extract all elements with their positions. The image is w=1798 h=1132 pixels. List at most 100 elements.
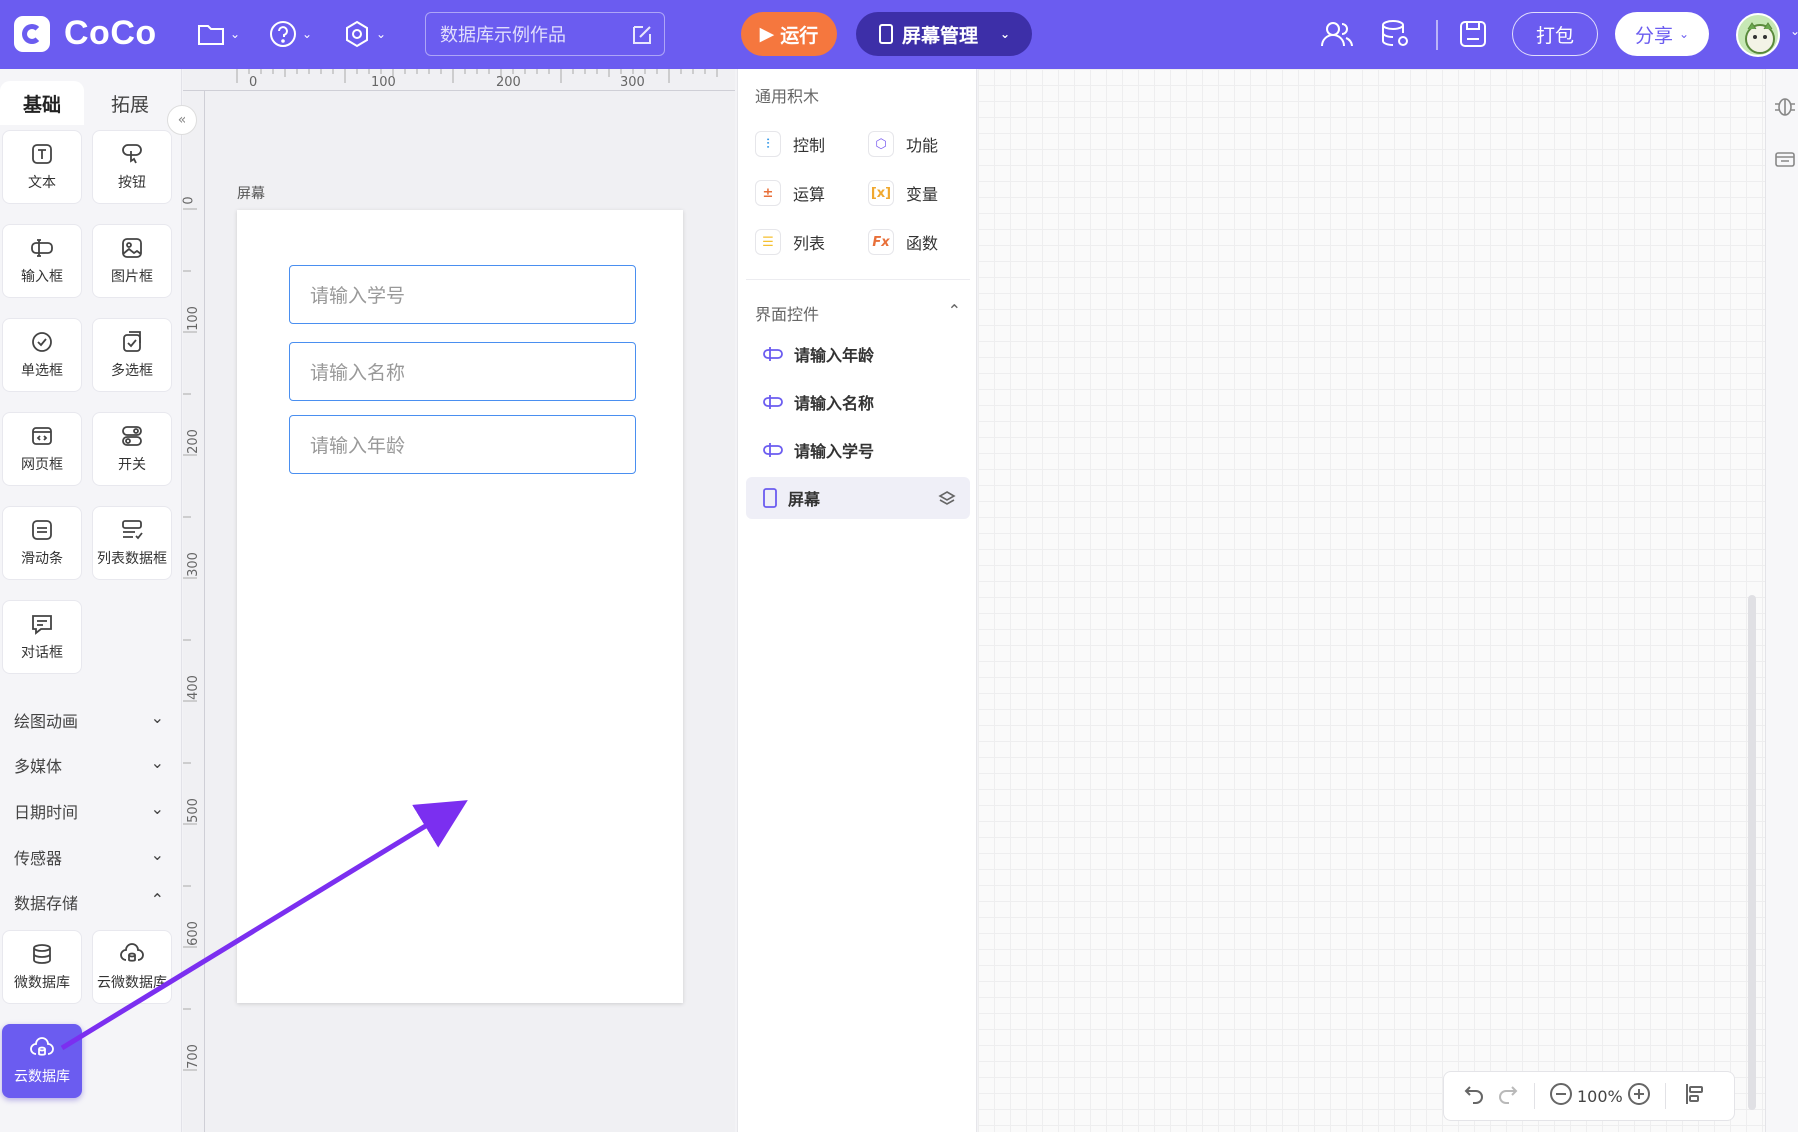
block-function[interactable]: ⬡ 功能 — [868, 131, 938, 157]
ruler-label: 700 — [185, 1044, 201, 1069]
block-label: 列表 — [793, 234, 826, 253]
component-webview[interactable]: 网页框 — [2, 412, 82, 486]
ruler-label: 600 — [185, 921, 201, 946]
component-cloud-micro-database[interactable]: 云微数据库 — [92, 930, 172, 1004]
phone-icon — [879, 24, 893, 44]
chevron-down-icon: ⌄ — [150, 753, 164, 772]
input-box-icon — [31, 239, 53, 257]
collapse-palette-button[interactable]: « — [167, 105, 197, 135]
component-switch[interactable]: 开关 — [92, 412, 172, 486]
database-settings-button[interactable] — [1380, 18, 1412, 50]
layer-input-name[interactable]: 请输入名称 — [746, 381, 970, 423]
toolbar-divider — [1664, 1083, 1666, 1109]
screen-manage-button[interactable]: 屏幕管理 ⌄ — [856, 12, 1032, 56]
component-list-data[interactable]: 列表数据框 — [92, 506, 172, 580]
component-label: 图片框 — [111, 269, 153, 285]
component-label: 文本 — [28, 175, 56, 191]
block-variable[interactable]: [x] 变量 — [868, 180, 938, 206]
edit-icon[interactable] — [630, 23, 654, 47]
pack-button[interactable]: 打包 — [1512, 12, 1598, 56]
undo-button[interactable] — [1462, 1082, 1486, 1110]
blocks-workspace[interactable] — [978, 69, 1765, 1132]
horizontal-ruler: 0 100 200 300 — [183, 69, 735, 91]
layer-screen[interactable]: 屏幕 — [746, 477, 970, 519]
file-menu-button[interactable]: ⌄ — [196, 18, 240, 50]
category-drawing-animation[interactable]: 绘图动画 ⌄ — [14, 708, 164, 732]
align-blocks-button[interactable] — [1684, 1082, 1706, 1110]
palette-tabs: 基础 拓展 — [0, 81, 182, 125]
help-menu-button[interactable]: ⌄ — [268, 18, 312, 50]
input-age[interactable]: 请输入年龄 — [289, 415, 636, 474]
redo-icon — [1499, 1086, 1518, 1104]
ruler-label: 400 — [185, 675, 201, 700]
workspace-toolbar: 100% — [1443, 1071, 1735, 1121]
user-avatar[interactable] — [1736, 13, 1780, 57]
dialog-icon — [32, 615, 52, 635]
chevron-up-icon: ⌃ — [150, 890, 164, 909]
tab-extension[interactable]: 拓展 — [88, 81, 172, 125]
top-bar: CoCo ⌄ ⌄ ⌄ 数据库示例作品 ▶ 运行 屏幕管理 ⌄ 打包 分享 ⌄ ⌄ — [0, 0, 1798, 69]
chevron-up-icon: ⌃ — [947, 301, 961, 320]
run-button[interactable]: ▶ 运行 — [741, 12, 837, 56]
component-micro-database[interactable]: 微数据库 — [2, 930, 82, 1004]
layers-icon[interactable] — [938, 490, 956, 506]
save-button[interactable] — [1458, 18, 1488, 50]
category-multimedia[interactable]: 多媒体 ⌄ — [14, 753, 164, 777]
project-name-field[interactable]: 数据库示例作品 — [425, 12, 665, 56]
zoom-in-icon — [1627, 1083, 1650, 1105]
block-control[interactable]: ⫶ 控制 — [755, 131, 825, 157]
fx-icon: Fx — [868, 229, 894, 255]
component-label: 微数据库 — [14, 975, 70, 991]
component-text[interactable]: 文本 — [2, 130, 82, 204]
component-label: 开关 — [118, 457, 146, 473]
chevron-down-icon: ⌄ — [150, 799, 164, 818]
right-tool-rail — [1765, 69, 1798, 1132]
layer-input-age[interactable]: 请输入年龄 — [746, 333, 970, 375]
chevron-down-icon[interactable]: ⌄ — [1790, 24, 1798, 38]
layer-input-student-id[interactable]: 请输入学号 — [746, 429, 970, 471]
component-checkbox[interactable]: 多选框 — [92, 318, 172, 392]
radio-check-icon — [32, 332, 52, 352]
zoom-in-button[interactable] — [1627, 1082, 1651, 1110]
component-image[interactable]: 图片框 — [92, 224, 172, 298]
phone-screen[interactable]: 请输入学号 请输入名称 请输入年龄 — [237, 210, 683, 1003]
component-slider[interactable]: 滑动条 — [2, 506, 82, 580]
ui-controls-label: 界面控件 — [755, 305, 820, 324]
cloud-database-icon — [30, 1037, 54, 1056]
layer-label: 请输入名称 — [794, 394, 875, 413]
folder-icon — [198, 25, 224, 45]
workspace-scrollbar[interactable] — [1748, 595, 1756, 1110]
category-data-storage[interactable]: 数据存储 ⌃ — [14, 890, 164, 914]
store-icon[interactable] — [1774, 147, 1796, 169]
ruler-ticks — [236, 69, 718, 83]
category-sensor[interactable]: 传感器 ⌄ — [14, 845, 164, 869]
component-input[interactable]: 输入框 — [2, 224, 82, 298]
component-button[interactable]: 按钮 — [92, 130, 172, 204]
block-list[interactable]: ☰ 列表 — [755, 229, 825, 255]
chevron-down-icon: ⌄ — [150, 845, 164, 864]
input-student-id[interactable]: 请输入学号 — [289, 265, 636, 324]
component-dialog[interactable]: 对话框 — [2, 600, 82, 674]
component-radio[interactable]: 单选框 — [2, 318, 82, 392]
settings-menu-button[interactable]: ⌄ — [342, 18, 386, 50]
component-cloud-database-dragging[interactable]: 云数据库 — [2, 1024, 82, 1098]
debug-bug-icon[interactable] — [1774, 93, 1796, 117]
zoom-out-button[interactable] — [1549, 1082, 1573, 1110]
input-name[interactable]: 请输入名称 — [289, 342, 636, 401]
redo-button[interactable] — [1496, 1082, 1520, 1110]
block-operator[interactable]: ± 运算 — [755, 180, 825, 206]
collaborators-button[interactable] — [1320, 18, 1354, 50]
component-label: 滑动条 — [21, 551, 63, 567]
category-label: 日期时间 — [14, 803, 79, 822]
tab-basic[interactable]: 基础 — [0, 81, 84, 125]
block-fx[interactable]: Fx 函数 — [868, 229, 938, 255]
play-icon: ▶ — [759, 23, 775, 45]
ui-controls-heading[interactable]: 界面控件 ⌃ — [755, 301, 961, 325]
image-icon — [122, 238, 142, 258]
toolbar-divider — [1534, 1083, 1535, 1109]
control-icon: ⫶ — [755, 131, 781, 157]
share-label: 分享 — [1634, 24, 1673, 47]
zoom-out-icon — [1550, 1083, 1572, 1105]
category-datetime[interactable]: 日期时间 ⌄ — [14, 799, 164, 823]
share-button[interactable]: 分享 ⌄ — [1615, 12, 1709, 56]
